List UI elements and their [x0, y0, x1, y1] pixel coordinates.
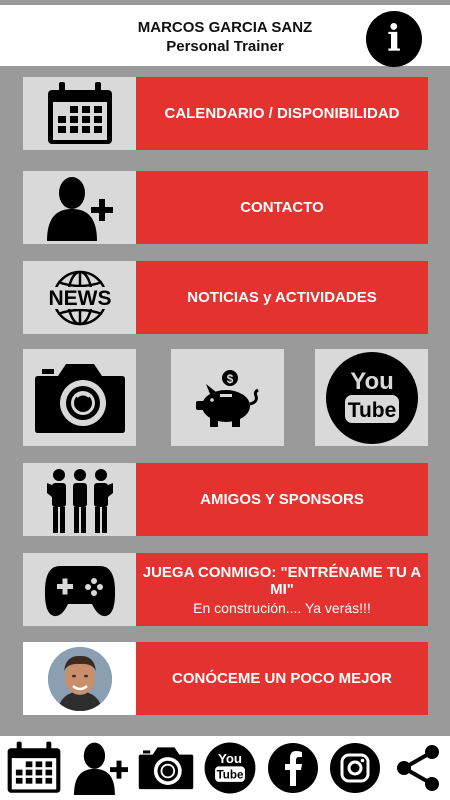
- info-icon: i: [387, 18, 401, 60]
- game-button[interactable]: JUEGA CONMIGO: "ENTRÉNAME TU A MI" En co…: [136, 553, 428, 626]
- gallery-tile[interactable]: [23, 349, 136, 446]
- friends-label: AMIGOS Y SPONSORS: [200, 491, 364, 508]
- nav-share[interactable]: [392, 742, 444, 794]
- contact-button[interactable]: CONTACTO: [136, 171, 428, 244]
- contact-label: CONTACTO: [240, 199, 324, 216]
- nav-instagram[interactable]: [329, 742, 381, 794]
- game-sublabel: En construción.... Ya verás!!!: [193, 599, 371, 616]
- calendar-icon: [47, 81, 112, 144]
- nav-youtube-you-text: You: [218, 751, 242, 766]
- camera-icon: [34, 363, 125, 433]
- instagram-icon: [330, 743, 380, 793]
- about-row[interactable]: CONÓCEME UN POCO MEJOR: [23, 642, 428, 715]
- friends-icon: [46, 468, 113, 533]
- share-icon: [397, 745, 439, 791]
- youtube-tile[interactable]: You Tube: [315, 349, 428, 446]
- nav-youtube[interactable]: You Tube: [204, 742, 256, 794]
- youtube-icon: You Tube: [204, 742, 256, 794]
- avatar-photo: [47, 646, 112, 711]
- add-contact-icon: [74, 742, 128, 795]
- nav-calendar[interactable]: [6, 741, 62, 794]
- bottom-nav-bar: You Tube: [0, 736, 450, 800]
- about-button[interactable]: CONÓCEME UN POCO MEJOR: [136, 642, 428, 715]
- svg-text:$: $: [226, 372, 233, 386]
- calendar-label: CALENDARIO / DISPONIBILIDAD: [164, 105, 400, 122]
- app-header: MARCOS GARCIA SANZ Personal Trainer i: [0, 0, 450, 67]
- nav-gallery[interactable]: [138, 742, 194, 794]
- info-button[interactable]: i: [366, 11, 422, 67]
- calendar-row[interactable]: CALENDARIO / DISPONIBILIDAD: [23, 77, 428, 150]
- gamepad-icon: [44, 565, 115, 616]
- donate-tile[interactable]: $: [171, 349, 284, 446]
- news-row[interactable]: NEWS NOTICIAS y ACTIVIDADES: [23, 261, 428, 334]
- nav-contact[interactable]: [72, 742, 130, 795]
- news-label: NOTICIAS y ACTIVIDADES: [187, 289, 377, 306]
- nav-facebook[interactable]: [267, 742, 319, 794]
- news-button[interactable]: NOTICIAS y ACTIVIDADES: [136, 261, 428, 334]
- game-label: JUEGA CONMIGO: "ENTRÉNAME TU A MI": [142, 563, 422, 598]
- friends-button[interactable]: AMIGOS Y SPONSORS: [136, 463, 428, 536]
- add-contact-icon: [46, 176, 113, 241]
- friends-row[interactable]: AMIGOS Y SPONSORS: [23, 463, 428, 536]
- calendar-tile[interactable]: [23, 77, 136, 150]
- piggy-bank-icon: $: [195, 369, 259, 427]
- camera-icon: [138, 747, 194, 790]
- game-tile[interactable]: [23, 553, 136, 626]
- contact-tile[interactable]: [23, 171, 136, 244]
- youtube-tube-text: Tube: [347, 399, 396, 422]
- nav-youtube-tube-text: Tube: [217, 769, 244, 782]
- friends-tile[interactable]: [23, 463, 136, 536]
- news-icon-text: NEWS: [48, 287, 111, 310]
- calendar-icon: [7, 741, 61, 793]
- about-label: CONÓCEME UN POCO MEJOR: [171, 670, 393, 687]
- about-tile[interactable]: [23, 642, 136, 715]
- contact-row[interactable]: CONTACTO: [23, 171, 428, 244]
- youtube-you-text: You: [350, 368, 394, 395]
- calendar-button[interactable]: CALENDARIO / DISPONIBILIDAD: [136, 77, 428, 150]
- game-row[interactable]: JUEGA CONMIGO: "ENTRÉNAME TU A MI" En co…: [23, 553, 428, 626]
- news-globe-icon: NEWS: [41, 270, 118, 325]
- youtube-icon: You Tube: [325, 351, 418, 444]
- facebook-icon: [268, 743, 318, 793]
- news-tile[interactable]: NEWS: [23, 261, 136, 334]
